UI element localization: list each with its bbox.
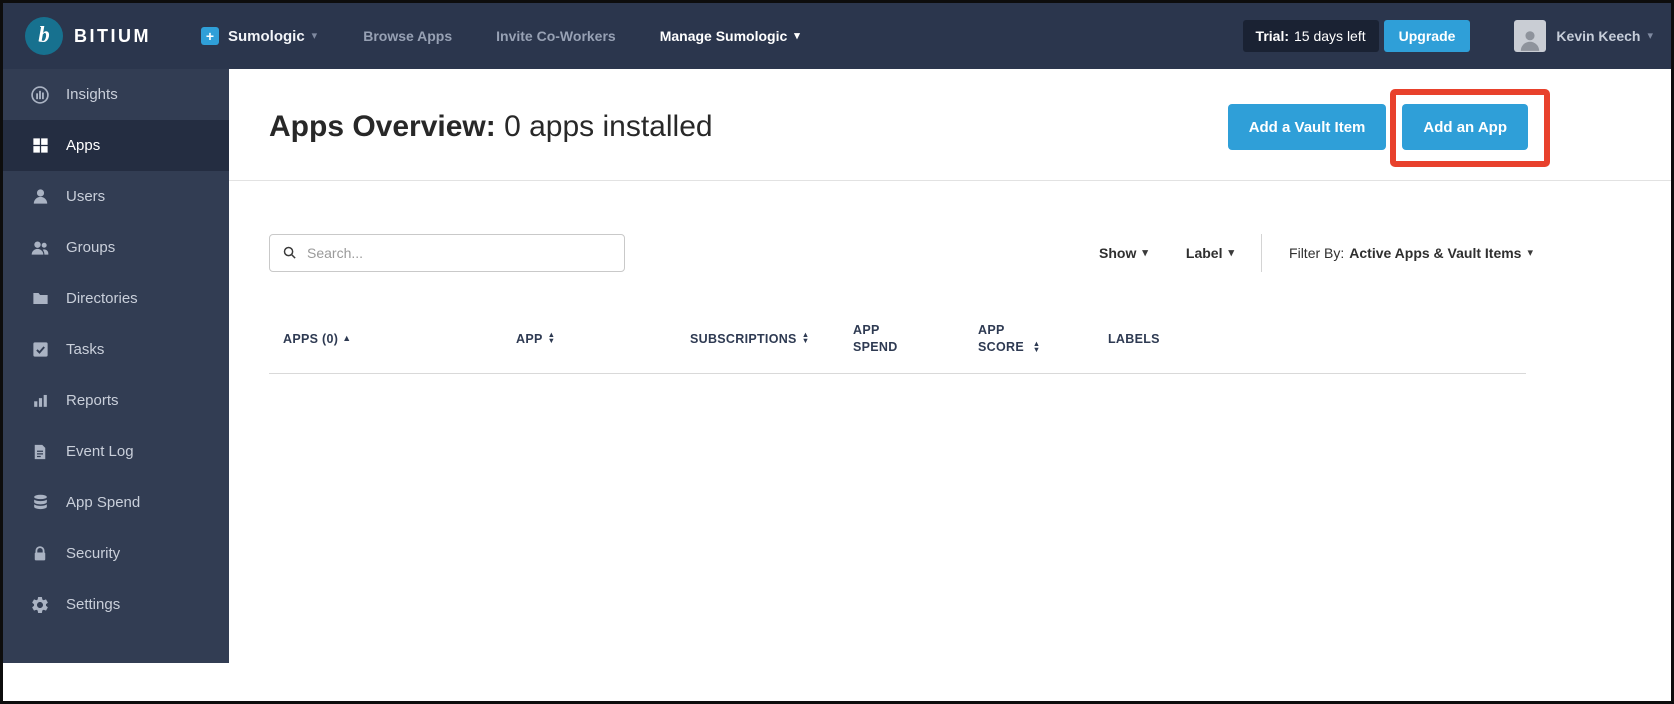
add-vault-item-button[interactable]: Add a Vault Item [1228, 104, 1387, 150]
upgrade-button[interactable]: Upgrade [1384, 20, 1471, 52]
sidebar-item-reports[interactable]: Reports [3, 375, 229, 426]
sidebar-item-label: Groups [66, 239, 115, 256]
topbar: b BITIUM + Sumologic ▾ Browse Apps Invit… [3, 3, 1671, 69]
vertical-divider [1261, 234, 1262, 272]
column-header-app[interactable]: APP▲▼ [516, 331, 690, 348]
chevron-down-icon: ▾ [794, 31, 800, 42]
page-head: Apps Overview: 0 apps installed Add a Va… [229, 69, 1671, 152]
sidebar-item-label: Apps [66, 137, 100, 154]
org-switcher[interactable]: + Sumologic ▾ [201, 27, 317, 45]
gear-icon [30, 595, 50, 615]
sidebar-item-label: Event Log [66, 443, 134, 460]
sidebar-item-event-log[interactable]: Event Log [3, 426, 229, 477]
sidebar-item-apps[interactable]: Apps [3, 120, 229, 171]
sort-icon: ▲▼ [548, 332, 556, 344]
page-title: Apps Overview: 0 apps installed [269, 110, 713, 144]
chevron-down-icon: ▾ [1647, 31, 1653, 42]
folder-icon [30, 289, 50, 309]
search-icon [282, 245, 297, 260]
page-body: Insights Apps Users Groups [3, 69, 1671, 663]
chevron-down-icon: ▾ [312, 31, 318, 42]
filter-by-dropdown[interactable]: Filter By: Active Apps & Vault Items ▾ [1289, 245, 1533, 261]
sidebar-item-label: Users [66, 188, 105, 205]
sort-ascending-icon: ▲ [342, 333, 351, 343]
sidebar-item-label: Insights [66, 86, 118, 103]
column-header-app-score[interactable]: APP SCORE ▲▼ [978, 322, 1108, 356]
sidebar-item-tasks[interactable]: Tasks [3, 324, 229, 375]
table-empty-body [229, 374, 1671, 414]
sidebar-item-label: Security [66, 545, 120, 562]
sidebar: Insights Apps Users Groups [3, 69, 229, 663]
avatar [1514, 20, 1546, 52]
insights-gauge-icon [30, 85, 50, 105]
table-header-row: APPS (0)▲ APP▲▼ SUBSCRIPTIONS▲▼ APP SPEN… [229, 322, 1671, 356]
main-content: Apps Overview: 0 apps installed Add a Va… [229, 69, 1671, 663]
sidebar-item-insights[interactable]: Insights [3, 69, 229, 120]
nav-browse-apps[interactable]: Browse Apps [363, 28, 452, 44]
person-icon [1517, 26, 1543, 52]
show-dropdown[interactable]: Show ▾ [1099, 245, 1148, 261]
nav-invite-coworkers[interactable]: Invite Co-Workers [496, 28, 616, 44]
topbar-nav: Browse Apps Invite Co-Workers Manage Sum… [363, 28, 800, 44]
column-header-labels: LABELS [1108, 331, 1533, 348]
plus-icon: + [201, 27, 219, 45]
chevron-down-icon: ▾ [1142, 248, 1148, 259]
add-app-annotated-wrapper: Add an App [1402, 104, 1528, 150]
header-actions: Add a Vault Item Add an App [1228, 104, 1528, 150]
sidebar-item-users[interactable]: Users [3, 171, 229, 222]
sort-icon: ▲▼ [802, 332, 810, 344]
bitium-logo-icon: b [25, 17, 63, 55]
brand-name: BITIUM [74, 26, 151, 47]
column-header-apps[interactable]: APPS (0)▲ [283, 330, 516, 348]
brand[interactable]: b BITIUM [25, 17, 151, 55]
sidebar-item-label: App Spend [66, 494, 140, 511]
people-icon [30, 238, 50, 258]
sidebar-item-label: Settings [66, 596, 120, 613]
app-window: b BITIUM + Sumologic ▾ Browse Apps Invit… [0, 0, 1674, 704]
sidebar-item-security[interactable]: Security [3, 528, 229, 579]
lock-icon [30, 544, 50, 564]
checkbox-icon [30, 340, 50, 360]
search-input[interactable] [269, 234, 625, 272]
org-name: Sumologic [228, 28, 305, 45]
document-icon [30, 442, 50, 462]
trial-badge: Trial: 15 days left [1243, 20, 1379, 52]
sidebar-item-label: Directories [66, 290, 138, 307]
chevron-down-icon: ▾ [1527, 248, 1533, 259]
apps-grid-icon [30, 136, 50, 156]
bar-chart-icon [30, 391, 50, 411]
sidebar-item-label: Tasks [66, 341, 104, 358]
sort-icon: ▲▼ [1033, 341, 1041, 353]
sidebar-item-settings[interactable]: Settings [3, 579, 229, 630]
user-icon [30, 187, 50, 207]
nav-manage-sumologic[interactable]: Manage Sumologic ▾ [660, 28, 800, 44]
topbar-right: Trial: 15 days left Upgrade Kevin Keech … [1243, 20, 1653, 52]
column-header-app-spend: APP SPEND [853, 322, 978, 356]
coins-icon [30, 493, 50, 513]
chevron-down-icon: ▾ [1229, 248, 1235, 259]
column-header-subscriptions[interactable]: SUBSCRIPTIONS▲▼ [690, 331, 853, 348]
trial-label: Trial: [1256, 28, 1289, 44]
user-menu[interactable]: Kevin Keech ▾ [1514, 20, 1653, 52]
sidebar-item-groups[interactable]: Groups [3, 222, 229, 273]
sidebar-item-label: Reports [66, 392, 119, 409]
sidebar-item-directories[interactable]: Directories [3, 273, 229, 324]
page-bottom-whitespace [3, 663, 1671, 701]
trial-value: 15 days left [1294, 28, 1366, 44]
sidebar-item-app-spend[interactable]: App Spend [3, 477, 229, 528]
apps-toolbar: Show ▾ Label ▾ Filter By: Active Apps & … [229, 234, 1671, 272]
header-divider [229, 180, 1671, 181]
label-dropdown[interactable]: Label ▾ [1186, 245, 1234, 261]
filter-controls: Show ▾ Label ▾ Filter By: Active Apps & … [1099, 234, 1533, 272]
user-name: Kevin Keech [1556, 28, 1640, 44]
add-an-app-button[interactable]: Add an App [1402, 104, 1528, 150]
search-box [269, 234, 625, 272]
